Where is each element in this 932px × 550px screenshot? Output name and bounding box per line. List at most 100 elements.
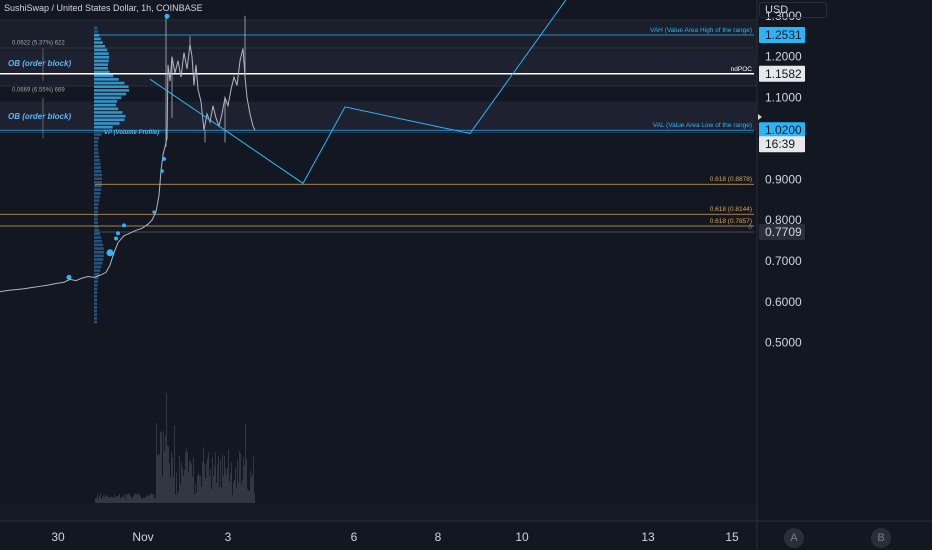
volume-profile-bar (94, 100, 117, 103)
level-label: 0.618 (0.8144) (710, 206, 752, 213)
volume-profile-bar (94, 96, 121, 99)
volume-bar (189, 461, 190, 503)
volume-bar (220, 460, 221, 503)
volume-bar (156, 423, 157, 503)
volume-profile-bar (94, 185, 102, 188)
volume-bar (206, 464, 207, 503)
volume-bar (244, 466, 245, 503)
volume-profile-bar (94, 60, 109, 63)
signal-marker (114, 237, 118, 241)
volume-bar (218, 456, 219, 503)
auto-scale-button[interactable]: A (784, 528, 804, 548)
volume-profile-bar (94, 89, 129, 92)
volume-bar (211, 489, 212, 503)
volume-profile-bar (94, 262, 102, 265)
volume-bar (123, 497, 124, 503)
volume-bar (104, 497, 105, 503)
symbol-title[interactable]: SushiSwap / United States Dollar, 1h, CO… (4, 3, 203, 13)
volume-profile-bar (94, 266, 101, 269)
volume-bar (124, 494, 125, 503)
volume-profile-bar (94, 269, 100, 272)
volume-profile-bar (94, 313, 97, 316)
volume-bar (246, 459, 247, 503)
y-tick-label: 0.5000 (765, 336, 802, 350)
volume-profile-bar (94, 115, 125, 118)
volume-profile-bar (94, 137, 99, 140)
log-scale-button[interactable]: B (871, 528, 891, 548)
volume-bar (241, 485, 242, 503)
volume-bar (136, 494, 137, 503)
volume-bar (184, 470, 185, 503)
volume-bar (140, 496, 141, 503)
volume-profile-bar (94, 30, 98, 33)
volume-bar (174, 426, 175, 503)
volume-bar (165, 436, 166, 503)
volume-bar (116, 497, 117, 503)
volume-bar (229, 481, 230, 503)
volume-bar (214, 466, 215, 503)
volume-bar (190, 460, 191, 503)
volume-profile-bar (94, 159, 100, 162)
volume-profile-bar (94, 119, 125, 122)
volume-profile-bar (94, 82, 124, 85)
volume-bar (173, 477, 174, 503)
y-tick-label: 0.7000 (765, 254, 802, 268)
volume-bar (113, 498, 114, 503)
signal-marker (165, 14, 170, 19)
volume-profile-bar (94, 133, 102, 136)
volume-bar (154, 499, 155, 503)
volume-bar (130, 496, 131, 503)
volume-bar (204, 464, 205, 503)
volume-bar (215, 452, 216, 503)
volume-profile-bar (94, 107, 118, 110)
volume-bar (183, 476, 184, 503)
volume-bar (149, 496, 150, 503)
volume-bar (209, 476, 210, 503)
volume-profile-bar (94, 111, 122, 114)
volume-bar (170, 478, 171, 503)
volume-bar (159, 455, 160, 503)
volume-bar (251, 478, 252, 503)
volume-bar (177, 494, 178, 503)
volume-bar (225, 469, 226, 503)
volume-profile-bar (94, 295, 97, 298)
volume-profile-bar (94, 27, 98, 30)
volume-bar (182, 468, 183, 503)
level-label: VAL (Value Area Low of the range) (653, 122, 752, 129)
volume-bar (236, 487, 237, 503)
volume-bar (111, 497, 112, 503)
volume-bar (143, 498, 144, 503)
volume-bar (151, 493, 152, 503)
volume-bar (207, 458, 208, 503)
volume-profile-bar (94, 302, 97, 305)
volume-bar (98, 499, 99, 503)
order-block-zone (0, 53, 757, 73)
volume-bar (254, 493, 255, 503)
volume-profile-bar (94, 280, 98, 283)
volume-bar (128, 493, 129, 503)
volume-bar (132, 498, 133, 503)
volume-bar (243, 457, 244, 503)
volume-bar (114, 495, 115, 503)
volume-bar (188, 473, 189, 503)
volume-profile-bar (94, 144, 98, 147)
volume-bar (231, 462, 232, 503)
price-badge-label: 1.2531 (765, 28, 802, 42)
volume-profile-bar (94, 38, 101, 41)
volume-profile-bar (94, 63, 108, 66)
price-badge-label: 1.1582 (765, 67, 802, 81)
volume-bar (219, 487, 220, 503)
x-tick-label: 3 (225, 530, 232, 544)
volume-bar (175, 494, 176, 503)
price-chart[interactable]: OB (order block) 0.0622 (5.37%) 622 OB (or… (0, 0, 932, 550)
volume-bar (202, 462, 203, 503)
x-tick-label: 30 (51, 530, 65, 544)
volume-bar (150, 494, 151, 503)
volume-bar (146, 496, 147, 503)
volume-bar (196, 493, 197, 503)
currency-selector[interactable]: USD (759, 2, 827, 18)
volume-bar (227, 468, 228, 503)
volume-bar (194, 494, 195, 503)
volume-profile-bar (94, 45, 105, 48)
price-badge-label: 16:39 (765, 137, 795, 151)
